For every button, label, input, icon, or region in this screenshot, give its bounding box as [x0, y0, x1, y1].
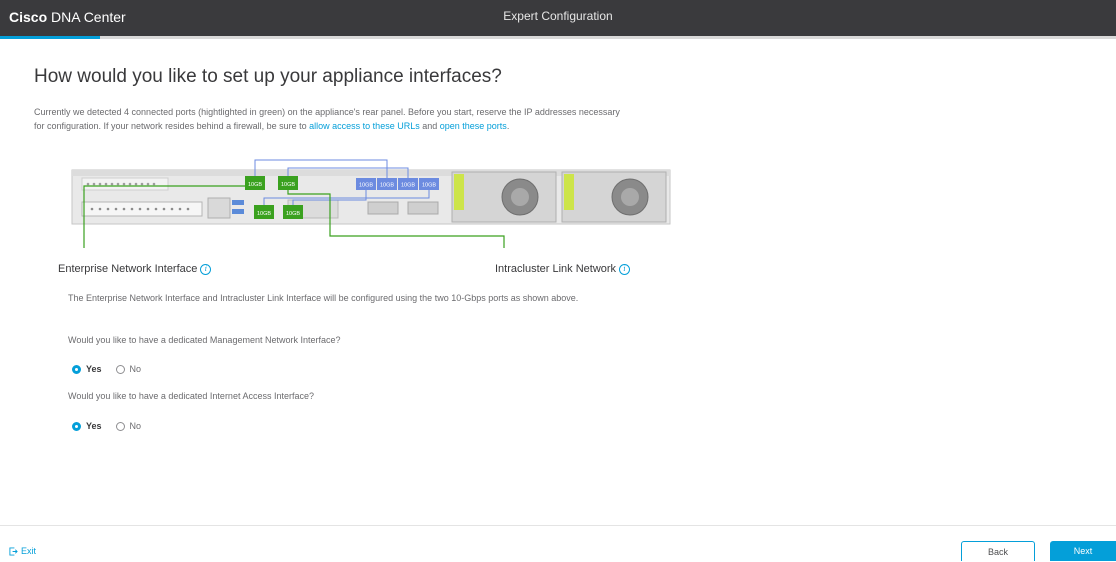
management-no-radio[interactable] — [115, 364, 125, 374]
intro-text-part: and — [419, 121, 440, 131]
info-icon[interactable]: i — [619, 264, 631, 275]
next-button[interactable]: Next — [1050, 541, 1116, 561]
open-ports-link[interactable]: open these ports — [440, 121, 507, 131]
psu-fan-hub — [511, 188, 529, 206]
internet-yes-label[interactable]: Yes — [86, 421, 102, 431]
port-label: 10GB — [257, 211, 271, 217]
port-label: 10GB — [401, 183, 415, 189]
page-section-title: Expert Configuration — [503, 9, 613, 23]
io-port — [367, 201, 399, 215]
enterprise-interface-text: Enterprise Network Interface — [58, 263, 198, 275]
management-yes-radio[interactable] — [72, 364, 81, 374]
config-note: The Enterprise Network Interface and Int… — [68, 293, 579, 303]
intro-text-part: . — [506, 121, 510, 131]
port-label: 10GB — [286, 211, 300, 217]
info-icon[interactable]: i — [200, 264, 212, 275]
internet-question: Would you like to have a dedicated Inter… — [68, 391, 314, 401]
usb-port — [232, 209, 244, 214]
intro-text: Currently we detected 4 connected ports … — [34, 105, 624, 133]
intracluster-interface-text: Intracluster Link Network — [495, 263, 617, 275]
port-label: 10GB — [380, 183, 394, 189]
progress-bar — [0, 36, 101, 39]
internet-no-radio[interactable] — [115, 421, 125, 431]
internet-yes-radio[interactable] — [72, 421, 81, 431]
progress-track — [0, 36, 1116, 39]
exit-label: Exit — [21, 546, 37, 556]
port-label: 10GB — [422, 183, 436, 189]
psu-latch — [454, 174, 464, 210]
exit-button[interactable]: Exit — [9, 546, 36, 556]
io-port — [407, 201, 439, 215]
usb-port — [232, 200, 244, 205]
management-question: Would you like to have a dedicated Manag… — [68, 335, 341, 345]
port-label: 10GB — [248, 182, 262, 188]
internet-radio-group: Yes No — [72, 421, 141, 431]
enterprise-interface-label: Enterprise Network Interface i — [58, 263, 212, 275]
io-block — [207, 197, 231, 219]
allow-urls-link[interactable]: allow access to these URLs — [309, 121, 420, 131]
appliance-rear-panel-diagram: 10GB 10GB 10GB 10GB 10GB 10GB 10GB 10GB — [71, 159, 671, 248]
page-title: How would you like to set up your applia… — [34, 66, 502, 87]
psu-latch — [564, 174, 574, 210]
management-yes-label[interactable]: Yes — [86, 364, 102, 374]
psu-fan-hub — [621, 188, 639, 206]
exit-icon — [9, 546, 18, 556]
management-no-label[interactable]: No — [130, 364, 142, 374]
management-radio-group: Yes No — [72, 364, 141, 374]
back-button[interactable]: Back — [961, 541, 1035, 561]
port-label: 10GB — [359, 183, 373, 189]
internet-no-label[interactable]: No — [130, 421, 142, 431]
footer-divider — [0, 525, 1116, 526]
intracluster-interface-label: Intracluster Link Network i — [495, 263, 631, 275]
top-bar: Cisco DNA Center Expert Configuration — [0, 0, 1116, 36]
port-label: 10GB — [281, 182, 295, 188]
